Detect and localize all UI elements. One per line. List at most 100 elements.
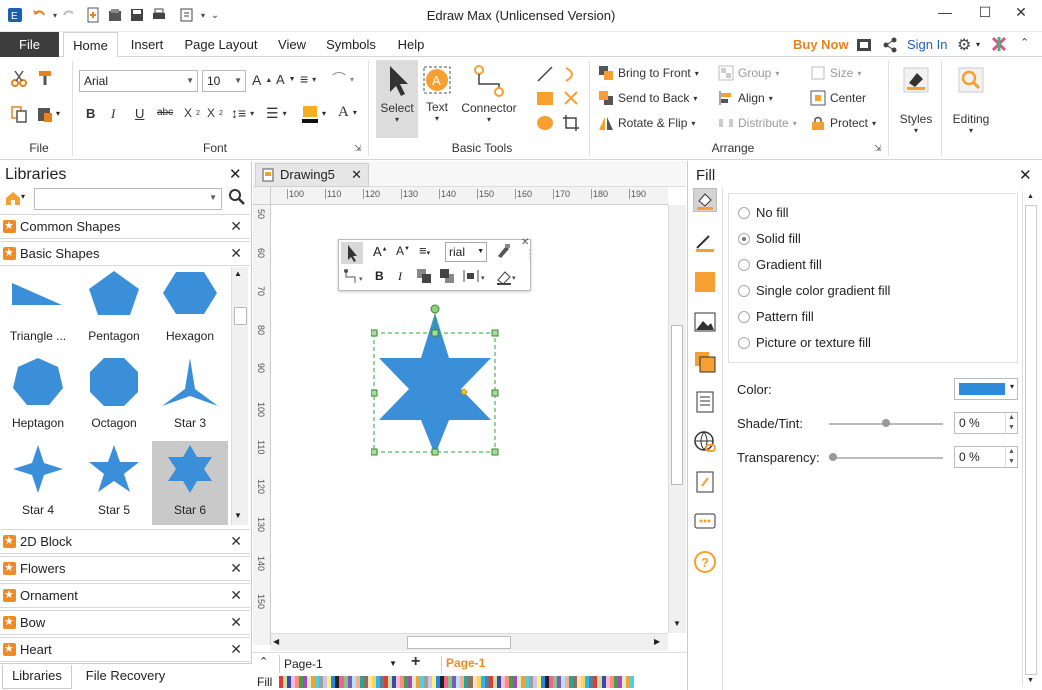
theme-icon[interactable] bbox=[991, 36, 1007, 55]
align-button[interactable]: Align ▾ bbox=[718, 90, 773, 106]
canvas-scroll-right-icon[interactable]: ▶ bbox=[654, 637, 660, 646]
close-section-icon[interactable]: ✕ bbox=[230, 530, 242, 553]
fill-option-single-color-gradient[interactable]: Single color gradient fill bbox=[738, 283, 890, 298]
rotate-flip-button[interactable]: Rotate & Flip ▾ bbox=[598, 115, 695, 131]
canvas-vertical-scrollbar[interactable]: ▼ bbox=[668, 205, 686, 633]
shade-tint-stepper-icon[interactable]: ▲ ▼ bbox=[1005, 413, 1017, 433]
shadow-tab-icon[interactable] bbox=[693, 270, 717, 294]
transparency-stepper-icon[interactable]: ▲ ▼ bbox=[1005, 447, 1017, 467]
tab-insert[interactable]: Insert bbox=[122, 32, 172, 57]
superscript-icon[interactable]: X2 bbox=[207, 106, 223, 120]
tab-view[interactable]: View bbox=[272, 32, 312, 57]
drawing-canvas[interactable]: A▲ A▼ ≡▾ rial ▼ ✕ ▾ B I ▾ ▾ ⋮ bbox=[271, 205, 668, 633]
close-section-icon[interactable]: ✕ bbox=[230, 215, 242, 238]
size-button[interactable]: Size ▾ bbox=[810, 65, 861, 81]
layer-tab-icon[interactable] bbox=[693, 350, 717, 374]
shape-star-6[interactable]: Star 6 bbox=[152, 441, 228, 525]
template-icon[interactable] bbox=[856, 37, 872, 56]
bring-to-front-button[interactable]: Bring to Front ▾ bbox=[598, 65, 699, 81]
sign-in-link[interactable]: Sign In bbox=[907, 37, 947, 52]
arc-tool-icon[interactable] bbox=[562, 65, 580, 86]
close-fill-panel-icon[interactable]: ✕ bbox=[1019, 166, 1032, 184]
tab-file[interactable]: File bbox=[0, 32, 59, 57]
page-collapse-icon[interactable]: ⌃ bbox=[259, 655, 268, 668]
search-icon[interactable] bbox=[229, 189, 245, 209]
align-text-icon[interactable]: ≡ ▾ bbox=[300, 71, 316, 87]
library-scroll-thumb[interactable] bbox=[234, 307, 247, 325]
transparency-slider-thumb[interactable] bbox=[829, 453, 837, 461]
fill-scroll-thumb[interactable] bbox=[1025, 205, 1037, 675]
font-color-icon[interactable]: A ▾ bbox=[338, 104, 357, 121]
maximize-icon[interactable]: ☐ bbox=[972, 4, 998, 24]
shape-heptagon[interactable]: Heptagon bbox=[0, 354, 76, 440]
group-button[interactable]: Group ▾ bbox=[718, 65, 779, 81]
cross-tool-icon[interactable] bbox=[562, 89, 580, 110]
highlight-color-icon[interactable] bbox=[300, 104, 320, 127]
styles-button[interactable]: Styles ▾ bbox=[894, 63, 938, 149]
shade-tint-input[interactable]: 0 % ▲ ▼ bbox=[954, 412, 1018, 434]
collapse-ribbon-icon[interactable]: ⌃ bbox=[1020, 36, 1029, 49]
fill-option-picture-texture[interactable]: Picture or texture fill bbox=[738, 335, 871, 350]
library-section-flowers[interactable]: Flowers ✕ bbox=[0, 556, 250, 581]
comment-tab-icon[interactable] bbox=[693, 510, 717, 534]
mini-distribute-icon[interactable]: ▾ bbox=[462, 268, 488, 287]
shade-tint-slider-thumb[interactable] bbox=[882, 419, 890, 427]
image-tab-icon[interactable] bbox=[693, 310, 717, 334]
hyperlink-tab-icon[interactable] bbox=[693, 430, 717, 454]
close-section-icon[interactable]: ✕ bbox=[230, 557, 242, 580]
line-tool-icon[interactable] bbox=[536, 65, 554, 86]
scroll-up-icon[interactable]: ▲ bbox=[234, 269, 242, 278]
bold-icon[interactable]: B bbox=[86, 106, 95, 121]
strikethrough-icon[interactable]: abc bbox=[157, 107, 173, 118]
tab-home[interactable]: Home bbox=[63, 32, 118, 58]
color-swatch[interactable] bbox=[629, 676, 634, 688]
shape-star-5[interactable]: Star 5 bbox=[76, 441, 152, 525]
shape-hexagon[interactable]: Hexagon bbox=[152, 267, 228, 353]
tab-page-layout[interactable]: Page Layout bbox=[178, 32, 264, 57]
mini-fill-color-icon[interactable]: ▾ bbox=[495, 268, 519, 289]
tab-libraries[interactable]: Libraries bbox=[2, 665, 72, 689]
font-dialog-launcher-icon[interactable]: ⇲ bbox=[354, 143, 362, 154]
text-curve-icon[interactable]: ⌒ ▾ bbox=[332, 69, 354, 89]
canvas-scroll-left-icon[interactable]: ◀ bbox=[273, 637, 279, 646]
connector-tool-button[interactable]: Connector ▾ bbox=[456, 60, 522, 138]
settings-dropdown-icon[interactable]: ▾ bbox=[976, 40, 980, 49]
canvas-vscroll-thumb[interactable] bbox=[671, 325, 683, 485]
settings-gear-icon[interactable]: ⚙ bbox=[957, 35, 971, 55]
format-painter-icon[interactable] bbox=[36, 69, 54, 90]
mini-bring-front-icon[interactable] bbox=[416, 268, 432, 287]
library-section-common-shapes[interactable]: Common Shapes ✕ bbox=[0, 214, 250, 239]
arrange-dialog-launcher-icon[interactable]: ⇲ bbox=[874, 143, 882, 154]
mini-toolbar-close-icon[interactable]: ✕ bbox=[521, 237, 529, 248]
mini-decrease-font-icon[interactable]: A▼ bbox=[396, 244, 410, 258]
protect-button[interactable]: Protect ▾ bbox=[810, 115, 876, 131]
close-section-icon[interactable]: ✕ bbox=[230, 638, 242, 661]
scroll-down-icon[interactable]: ▼ bbox=[234, 511, 242, 520]
fill-panel-scrollbar[interactable]: ▲ ▼ bbox=[1022, 191, 1038, 686]
line-tab-icon[interactable] bbox=[693, 230, 717, 254]
italic-icon[interactable]: I bbox=[111, 106, 115, 122]
page-tab-page-1[interactable]: Page-1 bbox=[441, 656, 497, 674]
text-tool-button[interactable]: A Text ▾ bbox=[420, 60, 454, 138]
transparency-slider[interactable] bbox=[829, 457, 943, 459]
document-tab-drawing5[interactable]: Drawing5 ✕ bbox=[255, 163, 369, 187]
help-tab-icon[interactable]: ? bbox=[693, 550, 717, 574]
bullet-list-icon[interactable]: ☰ ▾ bbox=[266, 105, 287, 122]
font-name-select[interactable]: Arial ▼ bbox=[79, 70, 198, 92]
selected-star6-shape[interactable] bbox=[371, 301, 499, 461]
close-icon[interactable]: ✕ bbox=[1008, 4, 1034, 24]
decrease-font-icon[interactable]: A ▼ bbox=[276, 72, 296, 87]
fill-option-gradient-fill[interactable]: Gradient fill bbox=[738, 257, 822, 272]
paste-dropdown-icon[interactable]: ▾ bbox=[56, 109, 60, 118]
tab-symbols[interactable]: Symbols bbox=[320, 32, 382, 57]
library-section-ornament[interactable]: Ornament ✕ bbox=[0, 583, 250, 608]
canvas-scroll-down-icon[interactable]: ▼ bbox=[673, 619, 681, 628]
highlight-dropdown-icon[interactable]: ▾ bbox=[322, 109, 326, 118]
canvas-horizontal-scrollbar[interactable]: ◀ ▶ bbox=[271, 633, 668, 651]
mini-connector-icon[interactable]: ▾ bbox=[343, 268, 367, 289]
add-page-icon[interactable]: + bbox=[411, 653, 420, 671]
close-section-icon[interactable]: ✕ bbox=[230, 611, 242, 634]
fill-scroll-down-icon[interactable]: ▼ bbox=[1027, 677, 1034, 684]
increase-font-icon[interactable]: A ▲ bbox=[252, 72, 272, 88]
close-tab-icon[interactable]: ✕ bbox=[351, 164, 362, 186]
